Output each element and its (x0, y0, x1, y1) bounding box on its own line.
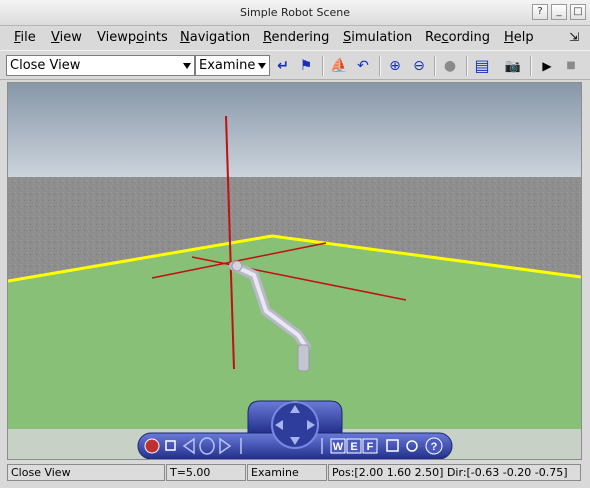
play-icon[interactable]: ▶ (537, 56, 557, 76)
zoom-out-icon[interactable]: ⊖ (409, 56, 429, 76)
record-icon[interactable]: ● (440, 56, 460, 76)
camera-icon[interactable]: 📷 (503, 56, 523, 76)
status-mode: Examine (247, 464, 327, 481)
menu-file[interactable]: File (14, 30, 36, 45)
menu-simulation[interactable]: Simulation (343, 30, 412, 45)
menu-rendering[interactable]: Rendering (263, 30, 329, 45)
return-icon[interactable]: ↵ (273, 56, 293, 76)
sky (8, 83, 581, 179)
toolbar-separator (466, 56, 468, 76)
toolbar-separator (530, 56, 532, 76)
flag-icon[interactable]: ⚑ (296, 56, 316, 76)
menu-bar: File View Viewpoints Navigation Renderin… (0, 27, 590, 49)
menu-view[interactable]: View (51, 30, 82, 45)
w-button-label: W (333, 441, 344, 453)
viewpoint-select-value: Close View (10, 58, 81, 73)
navigation-mode-select[interactable]: Examine (195, 55, 270, 76)
e-button-label: E (350, 441, 357, 453)
menu-viewpoints[interactable]: Viewpoints (97, 30, 168, 45)
stop-icon[interactable]: ■ (561, 56, 581, 76)
menu-navigation[interactable]: Navigation (180, 30, 250, 45)
scene-canvas[interactable]: W E F ? (8, 83, 581, 459)
zoom-in-icon[interactable]: ⊕ (385, 56, 405, 76)
undo-move-icon[interactable]: ↶ (353, 56, 373, 76)
window-title: Simple Robot Scene (240, 6, 350, 19)
navigation-mode-value: Examine (199, 58, 256, 73)
chevron-down-icon (183, 63, 191, 69)
status-viewpoint: Close View (7, 464, 165, 481)
3d-viewport[interactable]: W E F ? (7, 82, 582, 460)
document-icon[interactable]: ▤ (472, 56, 492, 76)
toolbar-separator (434, 56, 436, 76)
status-bar: Close View T=5.00 Examine Pos:[2.00 1.60… (0, 463, 590, 483)
menu-recording[interactable]: Recording (425, 30, 490, 45)
viewpoint-select[interactable]: Close View (6, 55, 195, 76)
status-time: T=5.00 (166, 464, 246, 481)
straighten-icon[interactable]: ⛵ (329, 56, 349, 76)
robot-gripper (297, 344, 310, 372)
robot-base-joint (231, 260, 243, 272)
status-position-direction: Pos:[2.00 1.60 2.50] Dir:[-0.63 -0.20 -0… (328, 464, 581, 481)
toolbar-separator (322, 56, 324, 76)
menu-help[interactable]: Help (504, 30, 534, 45)
maximize-button[interactable]: □ (570, 4, 586, 20)
f-button-label: F (367, 441, 374, 453)
minimize-button[interactable]: _ (551, 4, 567, 20)
tear-off-icon[interactable]: ⇲ (569, 30, 579, 44)
toolbar-separator (379, 56, 381, 76)
title-bar: Simple Robot Scene ? _ □ (0, 0, 590, 26)
chevron-down-icon (258, 63, 266, 69)
help-window-button[interactable]: ? (532, 4, 548, 20)
help-icon: ? (431, 441, 438, 453)
toolbar: Close View Examine ↵ ⚑ ⛵ ↶ ⊕ ⊖ ● ▤ 📷 ▶ ■ (0, 50, 590, 80)
close-dashboard-icon[interactable] (144, 438, 160, 454)
